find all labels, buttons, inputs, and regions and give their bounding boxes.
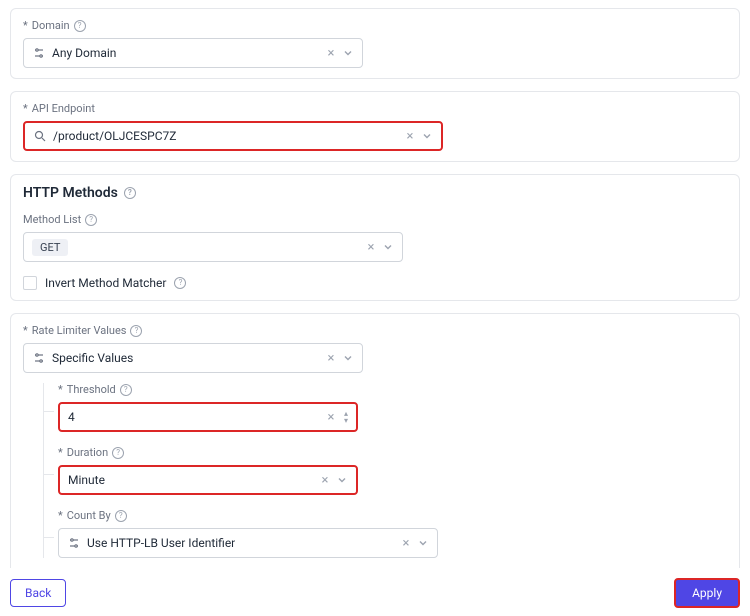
clear-icon[interactable]: × — [399, 536, 413, 550]
number-stepper[interactable]: ▴ ▾ — [344, 410, 348, 424]
rate-limiter-section: * Rate Limiter Values ? Specific Values … — [10, 313, 740, 568]
info-icon[interactable]: ? — [124, 187, 136, 199]
rate-limiter-label: * Rate Limiter Values ? — [23, 324, 727, 337]
threshold-field: * Threshold ? 4 × ▴ ▾ — [58, 383, 727, 432]
info-icon[interactable]: ? — [85, 214, 97, 226]
chevron-down-icon — [417, 537, 429, 549]
duration-select[interactable]: Minute × — [58, 465, 358, 495]
domain-label: * Domain ? — [23, 19, 727, 32]
method-list-select[interactable]: GET × — [23, 232, 403, 262]
info-icon[interactable]: ? — [174, 277, 186, 289]
count-by-field: * Count By ? Use HTTP-LB User Identifier… — [58, 509, 727, 558]
sliders-icon — [67, 536, 81, 550]
domain-select[interactable]: Any Domain × — [23, 38, 363, 68]
chevron-down-icon — [342, 47, 354, 59]
invert-method-row[interactable]: Invert Method Matcher ? — [23, 276, 727, 290]
info-icon[interactable]: ? — [115, 510, 127, 522]
domain-section: * Domain ? Any Domain × — [10, 8, 740, 79]
invert-method-checkbox[interactable] — [23, 276, 37, 290]
api-endpoint-value: /product/OLJCESPC7Z — [53, 129, 403, 143]
threshold-input[interactable]: 4 × ▴ ▾ — [58, 402, 358, 432]
rate-limiter-select[interactable]: Specific Values × — [23, 343, 363, 373]
info-icon[interactable]: ? — [120, 384, 132, 396]
back-button[interactable]: Back — [10, 579, 66, 607]
method-list-label: Method List ? — [23, 213, 727, 226]
count-by-label: * Count By ? — [58, 509, 727, 522]
info-icon[interactable]: ? — [130, 325, 142, 337]
chevron-down-icon — [336, 474, 348, 486]
sliders-icon — [32, 351, 46, 365]
duration-field: * Duration ? Minute × — [58, 446, 727, 495]
count-by-value: Use HTTP-LB User Identifier — [87, 536, 399, 550]
clear-icon[interactable]: × — [324, 410, 338, 424]
search-icon — [33, 129, 47, 143]
clear-icon[interactable]: × — [364, 240, 378, 254]
api-endpoint-section: * API Endpoint /product/OLJCESPC7Z × — [10, 91, 740, 162]
duration-label: * Duration ? — [58, 446, 727, 459]
clear-icon[interactable]: × — [318, 473, 332, 487]
api-endpoint-label: * API Endpoint — [23, 102, 727, 115]
invert-method-label: Invert Method Matcher — [45, 276, 166, 290]
apply-button[interactable]: Apply — [674, 578, 740, 608]
info-icon[interactable]: ? — [112, 447, 124, 459]
threshold-value: 4 — [68, 410, 324, 424]
clear-icon[interactable]: × — [324, 351, 338, 365]
count-by-select[interactable]: Use HTTP-LB User Identifier × — [58, 528, 438, 558]
duration-value: Minute — [68, 473, 318, 487]
http-methods-section: HTTP Methods ? Method List ? GET × Inver… — [10, 174, 740, 301]
method-tag-get[interactable]: GET — [32, 239, 68, 256]
sliders-icon — [32, 46, 46, 60]
clear-icon[interactable]: × — [403, 129, 417, 143]
rate-limiter-value: Specific Values — [52, 351, 324, 365]
api-endpoint-select[interactable]: /product/OLJCESPC7Z × — [23, 121, 443, 151]
rate-limiter-nested: * Threshold ? 4 × ▴ ▾ * Duration ? Minut… — [43, 383, 727, 558]
footer: Back Apply — [10, 578, 740, 608]
stepper-down-icon: ▾ — [344, 417, 348, 424]
chevron-down-icon — [421, 130, 433, 142]
threshold-label: * Threshold ? — [58, 383, 727, 396]
info-icon[interactable]: ? — [74, 20, 86, 32]
chevron-down-icon — [342, 352, 354, 364]
chevron-down-icon — [382, 241, 394, 253]
domain-value: Any Domain — [52, 46, 324, 60]
clear-icon[interactable]: × — [324, 46, 338, 60]
http-methods-heading: HTTP Methods ? — [23, 185, 727, 201]
